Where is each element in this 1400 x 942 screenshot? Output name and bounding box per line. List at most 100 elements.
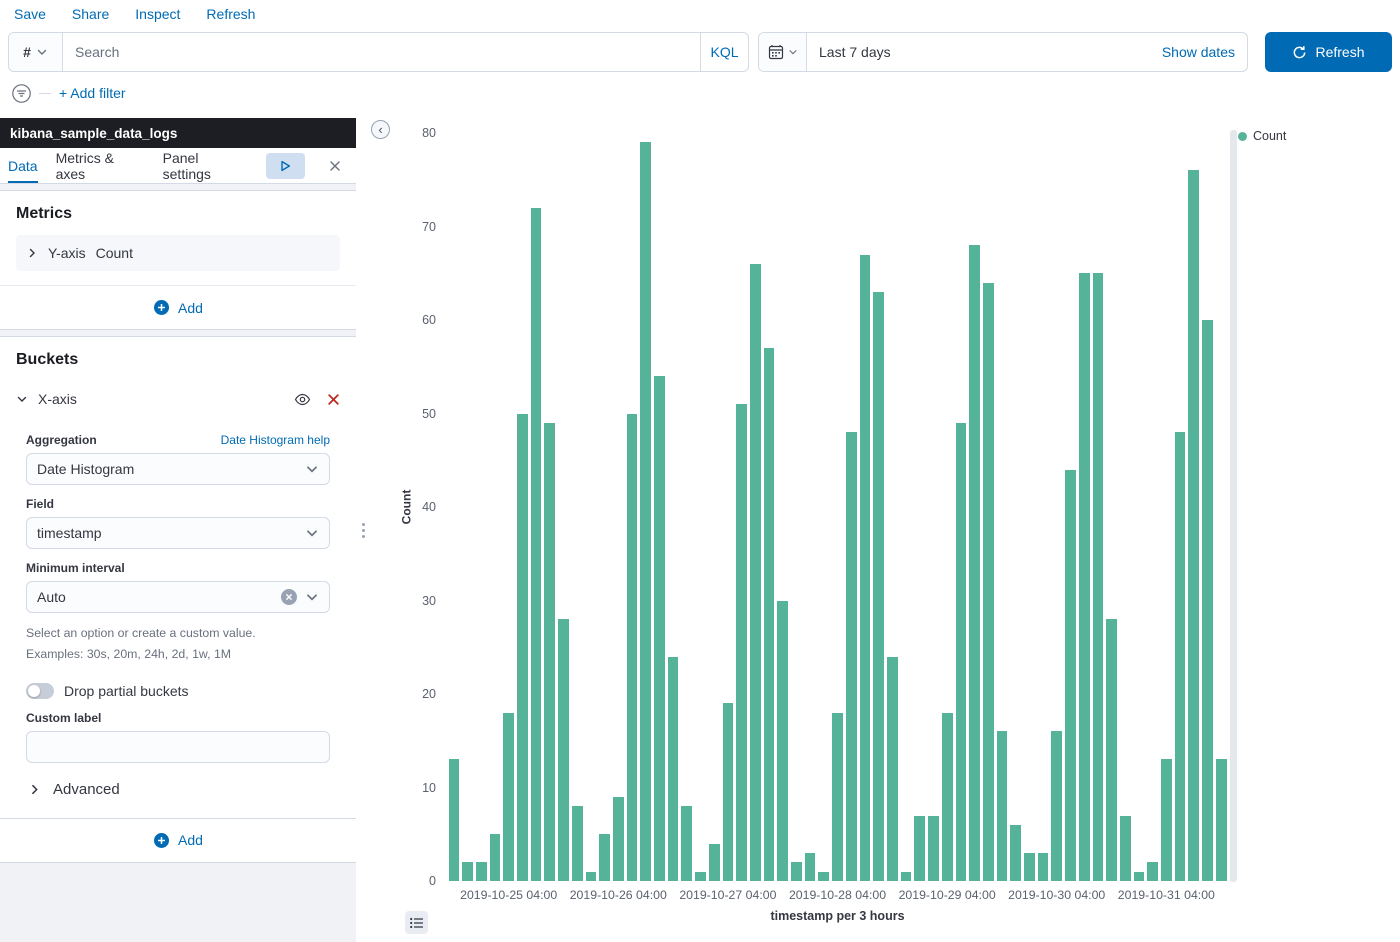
bar[interactable] [928,816,939,881]
custom-label-input[interactable] [26,731,330,763]
bar[interactable] [1051,731,1062,881]
bar[interactable] [586,872,597,881]
bar[interactable] [531,208,542,881]
bar[interactable] [1024,853,1035,881]
bar[interactable] [860,255,871,881]
aggregation-select[interactable]: Date Histogram [26,453,330,485]
bar[interactable] [613,797,624,881]
filter-divider [39,93,51,94]
bar[interactable] [1175,432,1186,881]
calendar-button[interactable] [759,33,807,71]
bar[interactable] [1134,872,1145,881]
bar[interactable] [544,423,555,881]
bar[interactable] [1010,825,1021,881]
menu-share[interactable]: Share [72,6,109,22]
search-input[interactable] [63,33,700,71]
bar[interactable] [476,862,487,881]
bar[interactable] [723,703,734,881]
bucket-x-axis-row[interactable]: X-axis [0,379,356,419]
eye-icon[interactable] [294,391,311,408]
minimum-interval-combobox[interactable]: Auto [26,581,330,613]
bar-slot [831,133,845,881]
bar[interactable] [599,834,610,881]
bar[interactable] [627,414,638,882]
advanced-toggle[interactable]: Advanced [26,763,330,818]
field-selector-button[interactable]: # [9,33,63,71]
bar[interactable] [449,759,460,881]
bucket-form: Aggregation Date Histogram help Date His… [0,419,356,818]
bar[interactable] [1161,759,1172,881]
bar[interactable] [668,657,679,881]
panel-resizer[interactable] [356,118,370,942]
drop-partial-buckets-toggle[interactable] [26,683,54,699]
bar[interactable] [805,853,816,881]
bar[interactable] [1079,273,1090,881]
bar[interactable] [818,872,829,881]
bar[interactable] [750,264,761,881]
bar[interactable] [1093,273,1104,881]
buckets-card: Buckets X-axis Aggregation Date Histogra… [0,336,356,863]
bar[interactable] [517,414,528,882]
menu-inspect[interactable]: Inspect [135,6,180,22]
bar[interactable] [969,245,980,881]
field-select[interactable]: timestamp [26,517,330,549]
bar[interactable] [997,731,1008,881]
bar[interactable] [764,348,775,881]
bar[interactable] [1147,862,1158,881]
tab-metrics-axes[interactable]: Metrics & axes [56,148,145,183]
show-dates-link[interactable]: Show dates [1162,44,1247,60]
filter-icon[interactable] [12,84,31,103]
refresh-button[interactable]: Refresh [1265,32,1392,72]
bar[interactable] [558,619,569,881]
tab-panel-settings[interactable]: Panel settings [163,148,248,183]
bar-slot [1091,133,1105,881]
kql-button[interactable]: KQL [700,33,748,71]
legend-item-count[interactable]: Count [1238,129,1286,143]
bar[interactable] [1106,619,1117,881]
bar[interactable] [914,816,925,881]
close-editor-button[interactable] [323,153,348,179]
tab-data[interactable]: Data [8,148,38,183]
remove-bucket-icon[interactable] [327,393,340,406]
bar[interactable] [1038,853,1049,881]
add-filter-link[interactable]: + Add filter [59,85,126,101]
bar[interactable] [654,376,665,881]
bar[interactable] [846,432,857,881]
time-range-value[interactable]: Last 7 days [807,44,1162,60]
bar[interactable] [956,423,967,881]
bar[interactable] [490,834,501,881]
add-bucket-button[interactable]: Add [0,818,356,862]
bar[interactable] [462,862,473,881]
bar-slot [927,133,941,881]
bar[interactable] [695,872,706,881]
bar[interactable] [887,657,898,881]
bar[interactable] [572,806,583,881]
metric-y-axis-row[interactable]: Y-axis Count [16,235,340,271]
legend-toggle-button[interactable] [405,911,428,934]
menu-refresh[interactable]: Refresh [206,6,255,22]
bar[interactable] [1216,759,1227,881]
bar[interactable] [503,713,514,881]
bar[interactable] [736,404,747,881]
bar[interactable] [640,142,651,881]
bar[interactable] [1188,170,1199,881]
menu-save[interactable]: Save [14,6,46,22]
chart-scrollbar[interactable] [1230,130,1237,882]
bar[interactable] [777,601,788,882]
bar[interactable] [1202,320,1213,881]
bar[interactable] [681,806,692,881]
bar[interactable] [1065,470,1076,881]
bar[interactable] [832,713,843,881]
refresh-button-label: Refresh [1315,44,1364,60]
clear-value-icon[interactable] [281,589,297,605]
bar[interactable] [901,872,912,881]
bar[interactable] [983,283,994,881]
bar[interactable] [942,713,953,881]
bar[interactable] [709,844,720,881]
bar[interactable] [791,862,802,881]
bar[interactable] [873,292,884,881]
add-metric-button[interactable]: Add [0,285,356,329]
bar[interactable] [1120,816,1131,881]
apply-changes-button[interactable] [266,153,305,179]
date-histogram-help-link[interactable]: Date Histogram help [221,433,330,447]
